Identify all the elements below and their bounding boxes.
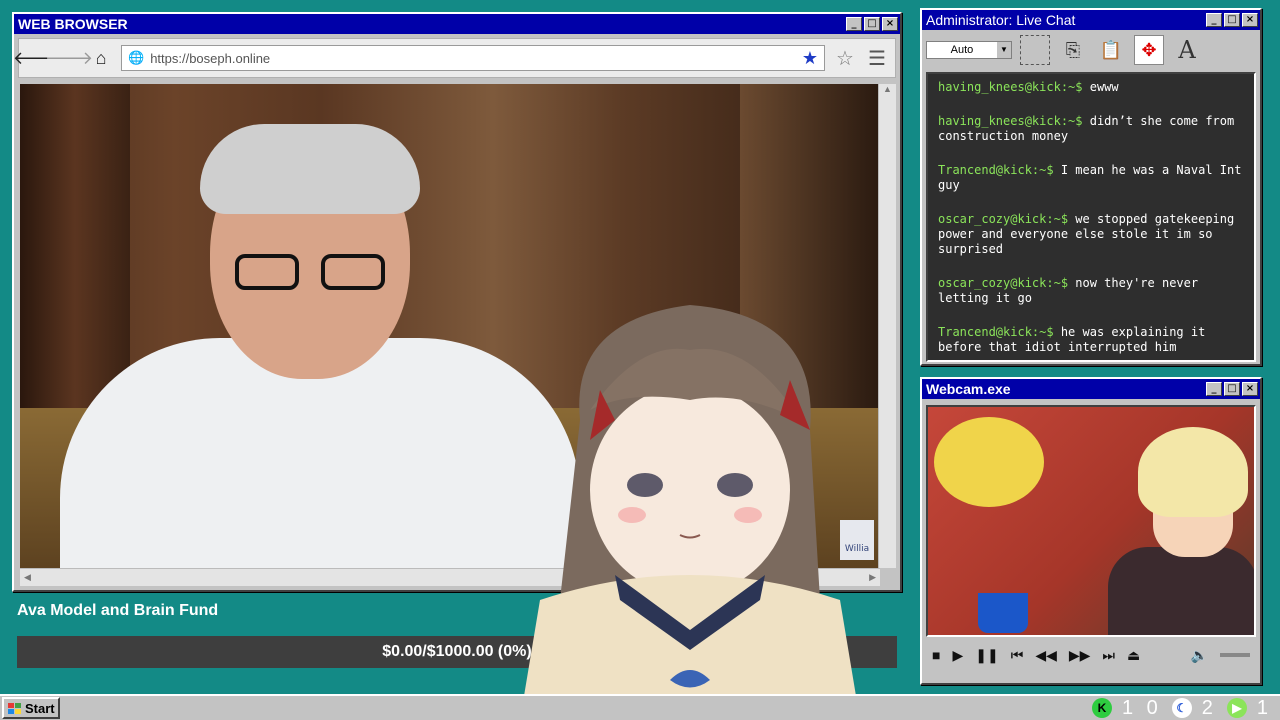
chat-message: oscar_cozy@kick:~$ we stopped gatekeepin…: [938, 212, 1244, 257]
copy-icon[interactable]: ⎘: [1058, 35, 1088, 65]
browser-titlebar[interactable]: WEB BROWSER _ □ ×: [14, 14, 900, 34]
address-bar[interactable]: 🌐 https://boseph.online ★: [121, 45, 825, 71]
start-button[interactable]: Start: [2, 697, 60, 719]
home-icon[interactable]: ⌂: [89, 46, 113, 70]
webcam-titlebar[interactable]: Webcam.exe _ □ ×: [922, 379, 1260, 399]
channel-watermark-logo: Willia: [840, 520, 874, 560]
chat-username: having_knees@kick:~$: [938, 80, 1083, 94]
browser-title: WEB BROWSER: [18, 16, 128, 32]
chat-message: having_knees@kick:~$ ewww: [938, 80, 1244, 95]
webcam-feed: [926, 405, 1256, 637]
tray-count-1: 1 0: [1121, 696, 1162, 719]
browser-window: WEB BROWSER _ □ × 🡐 🡒 ⌂ 🌐 https://boseph…: [12, 12, 902, 592]
maximize-button[interactable]: □: [1224, 13, 1240, 27]
minimize-button[interactable]: _: [1206, 382, 1222, 396]
speaker-icon[interactable]: 🔈: [1191, 647, 1208, 664]
maximize-button[interactable]: □: [864, 17, 880, 31]
volume-slider[interactable]: [1220, 653, 1250, 657]
skip-forward-icon[interactable]: ⏭: [1102, 647, 1115, 664]
kick-icon[interactable]: K: [1091, 698, 1112, 718]
chat-message: Trancend@kick:~$ he was explaining it be…: [938, 325, 1244, 355]
chat-message: Trancend@kick:~$ I mean he was a Naval I…: [938, 163, 1244, 193]
character-body: [1108, 547, 1254, 635]
webcam-title: Webcam.exe: [926, 381, 1011, 397]
fast-forward-icon[interactable]: ▶▶: [1069, 647, 1091, 664]
paste-icon[interactable]: 📋: [1096, 35, 1126, 65]
fund-title: Ava Model and Brain Fund: [17, 602, 219, 619]
system-tray: K 1 0 ☾ 2 ▶ 1: [1091, 696, 1272, 720]
url-text: https://boseph.online: [150, 50, 271, 66]
glasses: [235, 254, 395, 292]
windows-logo-icon: [8, 702, 21, 714]
chat-title: Administrator: Live Chat: [926, 12, 1076, 28]
fund-progress-bar: $0.00/$1000.00 (0%): [17, 636, 897, 668]
media-controls: ■ ▶ ❚❚ ⏮ ◀◀ ▶▶ ⏭ ⏏ 🔈: [922, 637, 1260, 673]
video-content[interactable]: Willia: [20, 84, 880, 568]
taskbar: Start K 1 0 ☾ 2 ▶ 1: [0, 694, 1280, 720]
bookmark-star-filled-icon[interactable]: ★: [802, 48, 818, 69]
close-button[interactable]: ×: [1242, 13, 1258, 27]
font-icon[interactable]: A: [1172, 35, 1202, 65]
chat-username: oscar_cozy@kick:~$: [938, 276, 1069, 290]
live-chat-window: Administrator: Live Chat _ □ × Auto ▼ ⎘ …: [920, 8, 1262, 366]
favorites-star-icon[interactable]: ☆: [833, 46, 857, 70]
move-icon[interactable]: ✥: [1134, 35, 1164, 65]
chat-text: ewww: [1089, 80, 1119, 94]
scroll-right-icon[interactable]: ▶: [869, 572, 876, 583]
maximize-button[interactable]: □: [1224, 382, 1240, 396]
close-button[interactable]: ×: [882, 17, 898, 31]
blue-cup: [978, 593, 1028, 633]
fund-progress-text: $0.00/$1000.00 (0%): [382, 643, 532, 660]
chevron-down-icon: ▼: [997, 42, 1011, 58]
scroll-left-icon[interactable]: ◀: [24, 572, 31, 583]
rewind-icon[interactable]: ◀◀: [1035, 647, 1057, 664]
play-circle-icon[interactable]: ▶: [1226, 698, 1247, 718]
eject-icon[interactable]: ⏏: [1127, 647, 1140, 664]
start-label: Start: [25, 700, 55, 716]
tray-count-2: 2: [1201, 696, 1217, 719]
minimize-button[interactable]: _: [846, 17, 862, 31]
moon-icon[interactable]: ☾: [1171, 698, 1192, 718]
minimize-button[interactable]: _: [1206, 13, 1222, 27]
scroll-up-icon[interactable]: ▲: [879, 84, 896, 100]
plush-toy: [934, 417, 1044, 507]
person-hair: [200, 124, 420, 214]
chat-toolbar: Auto ▼ ⎘ 📋 ✥ A: [922, 30, 1260, 70]
webcam-window: Webcam.exe _ □ × ■ ▶ ❚❚ ⏮ ◀◀ ▶▶ ⏭ ⏏ 🔈: [920, 377, 1262, 685]
chat-message: having_knees@kick:~$ didn’t she come fro…: [938, 114, 1244, 144]
chat-username: having_knees@kick:~$: [938, 114, 1083, 128]
play-icon[interactable]: ▶: [952, 647, 963, 664]
character-hair: [1138, 427, 1248, 517]
select-tool-icon[interactable]: [1020, 35, 1050, 65]
forward-arrow-icon[interactable]: 🡒: [45, 46, 93, 70]
horizontal-scrollbar[interactable]: ◀ ▶: [20, 568, 880, 586]
chat-username: Trancend@kick:~$: [938, 325, 1054, 339]
chat-username: Trancend@kick:~$: [938, 163, 1054, 177]
chat-username: oscar_cozy@kick:~$: [938, 212, 1069, 226]
font-size-select[interactable]: Auto ▼: [926, 41, 1012, 59]
close-button[interactable]: ×: [1242, 382, 1258, 396]
pause-icon[interactable]: ❚❚: [975, 647, 998, 664]
chat-message: oscar_cozy@kick:~$ now they're never let…: [938, 276, 1244, 306]
hamburger-menu-icon[interactable]: ☰: [865, 46, 889, 70]
tray-count-3: 1: [1256, 696, 1272, 719]
globe-icon: 🌐: [128, 50, 145, 65]
chat-log[interactable]: having_knees@kick:~$ ewww having_knees@k…: [926, 72, 1256, 362]
browser-navbar: 🡐 🡒 ⌂ 🌐 https://boseph.online ★ ☆ ☰: [13, 38, 896, 78]
stop-icon[interactable]: ■: [932, 647, 940, 663]
chat-titlebar[interactable]: Administrator: Live Chat _ □ ×: [922, 10, 1260, 30]
vertical-scrollbar[interactable]: ▲: [878, 84, 896, 568]
skip-back-icon[interactable]: ⏮: [1011, 647, 1024, 664]
